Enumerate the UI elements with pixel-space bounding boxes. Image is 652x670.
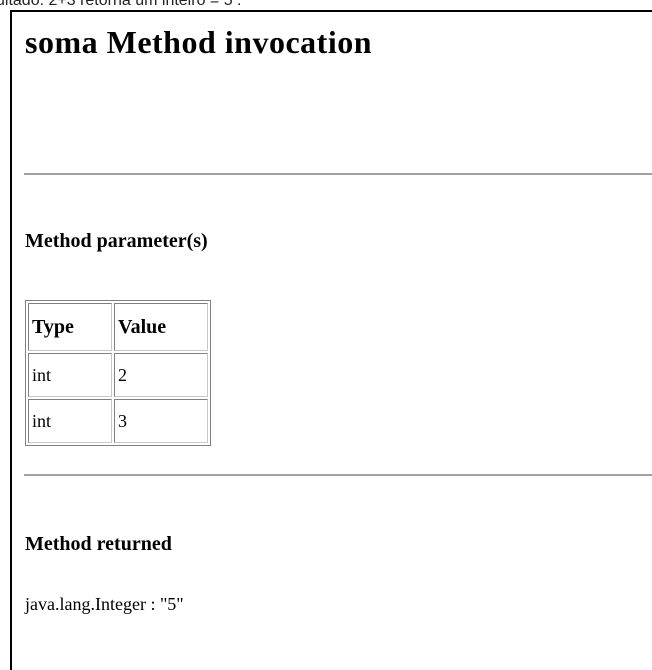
column-header-value: Value bbox=[114, 303, 208, 351]
divider-top bbox=[24, 173, 652, 175]
returned-heading: Method returned bbox=[25, 533, 172, 555]
return-value-text: java.lang.Integer : "5" bbox=[25, 594, 184, 614]
table-row: int 2 bbox=[28, 353, 208, 397]
cell-type: int bbox=[28, 353, 112, 397]
top-caption-text: ultado: 2+3 retorna um inteiro = 5 . bbox=[0, 0, 242, 9]
cell-value: 2 bbox=[114, 353, 208, 397]
column-header-type: Type bbox=[28, 303, 112, 351]
parameters-heading: Method parameter(s) bbox=[25, 230, 208, 252]
table-header-row: Type Value bbox=[28, 303, 208, 351]
parameters-table: Type Value int 2 int 3 bbox=[25, 300, 211, 446]
cell-type: int bbox=[28, 399, 112, 443]
divider-bottom bbox=[24, 474, 652, 476]
page-title: soma Method invocation bbox=[25, 24, 372, 60]
cell-value: 3 bbox=[114, 399, 208, 443]
table-row: int 3 bbox=[28, 399, 208, 443]
